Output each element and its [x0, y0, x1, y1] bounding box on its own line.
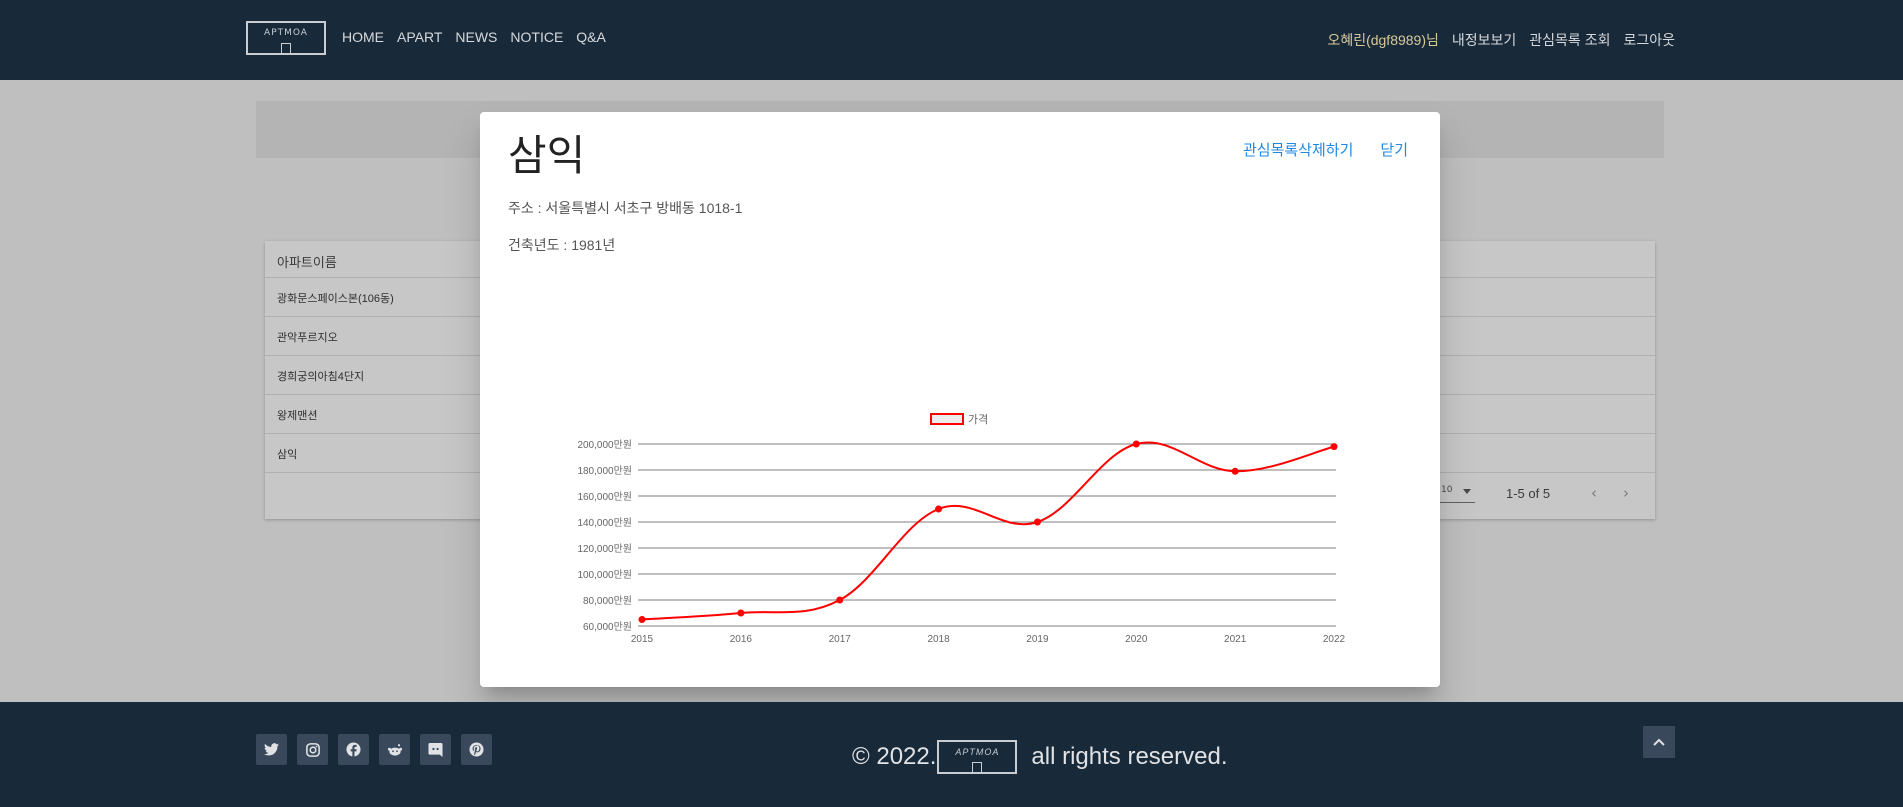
y-tick-label: 200,000만원	[577, 439, 632, 451]
x-tick-label: 2016	[730, 634, 753, 645]
data-point	[1132, 440, 1140, 448]
y-tick-label: 180,000만원	[577, 465, 632, 477]
x-tick-label: 2015	[631, 634, 654, 645]
data-point	[935, 505, 943, 513]
main-nav: HOME APART NEWS NOTICE Q&A	[342, 29, 606, 45]
facebook-icon[interactable]	[338, 734, 369, 765]
user-greeting: 오혜린(dgf8989)님	[1327, 32, 1439, 48]
nav-notice[interactable]: NOTICE	[510, 29, 563, 45]
dialog-actions: 관심목록삭제하기 닫기	[1243, 139, 1408, 160]
nav-news[interactable]: NEWS	[455, 29, 497, 45]
site-logo[interactable]: APTMOA	[246, 21, 326, 55]
dialog-title: 삼익	[508, 131, 586, 180]
chevron-up-icon	[1653, 738, 1665, 746]
price-series-line	[641, 441, 1335, 621]
reddit-icon[interactable]	[379, 734, 410, 765]
footer-logo-text: APTMOA	[955, 747, 1000, 757]
user-nav: 오혜린(dgf8989)님 내정보보기 관심목록 조회 로그아웃	[1327, 30, 1675, 50]
social-links	[256, 734, 492, 765]
price-line-chart: 60,000만원 80,000만원 100,000만원 120,000만원 140,00…	[577, 413, 1346, 645]
nav-qna[interactable]: Q&A	[576, 29, 606, 45]
y-tick-label: 60,000만원	[583, 621, 632, 633]
data-point	[1330, 443, 1338, 451]
x-tick-label: 2018	[927, 634, 950, 645]
x-tick-label: 2017	[829, 634, 852, 645]
watchlist-link[interactable]: 관심목록 조회	[1529, 30, 1610, 50]
nav-apart[interactable]: APART	[397, 29, 442, 45]
x-tick-label: 2022	[1323, 634, 1346, 645]
built-year-text: 건축년도 : 1981년	[508, 237, 616, 253]
legend-label: 가격	[968, 413, 988, 426]
nav-home[interactable]: HOME	[342, 29, 384, 45]
my-info-link[interactable]: 내정보보기	[1452, 30, 1516, 50]
y-tick-label: 140,000만원	[577, 517, 632, 529]
data-point	[1033, 518, 1041, 526]
instagram-icon[interactable]	[297, 734, 328, 765]
remove-from-watchlist-button[interactable]: 관심목록삭제하기	[1243, 139, 1353, 160]
data-point	[836, 596, 844, 604]
y-tick-label: 160,000만원	[577, 491, 632, 503]
x-tick-label: 2019	[1026, 634, 1049, 645]
close-button[interactable]: 닫기	[1380, 139, 1408, 160]
building-icon	[281, 43, 291, 55]
scroll-to-top-button[interactable]	[1643, 726, 1675, 758]
x-tick-label: 2021	[1224, 634, 1247, 645]
copyright-notice: © 2022. APTMOA all rights reserved.	[852, 740, 1228, 774]
y-tick-label: 120,000만원	[577, 543, 632, 555]
legend-swatch	[930, 413, 964, 425]
apartment-detail-dialog: 삼익 관심목록삭제하기 닫기 주소 : 서울특별시 서초구 방배동 1018-1…	[480, 112, 1440, 687]
twitter-icon[interactable]	[256, 734, 287, 765]
pinterest-icon[interactable]	[461, 734, 492, 765]
top-navbar: APTMOA HOME APART NEWS NOTICE Q&A 오혜린(dg…	[0, 0, 1903, 80]
address-text: 주소 : 서울특별시 서초구 방배동 1018-1	[508, 200, 743, 216]
data-point	[1231, 467, 1239, 475]
y-tick-label: 80,000만원	[583, 595, 632, 607]
building-icon	[972, 762, 983, 774]
discord-icon[interactable]	[420, 734, 451, 765]
copyright-prefix: © 2022.	[852, 743, 937, 770]
data-point	[737, 609, 745, 617]
y-tick-label: 100,000만원	[577, 569, 632, 581]
logo-text: APTMOA	[264, 28, 308, 38]
logout-link[interactable]: 로그아웃	[1623, 30, 1675, 50]
copyright-suffix: all rights reserved.	[1031, 743, 1228, 770]
site-footer: © 2022. APTMOA all rights reserved.	[0, 702, 1903, 807]
footer-logo: APTMOA	[937, 740, 1018, 774]
data-point	[638, 616, 646, 623]
x-tick-label: 2020	[1125, 634, 1148, 645]
